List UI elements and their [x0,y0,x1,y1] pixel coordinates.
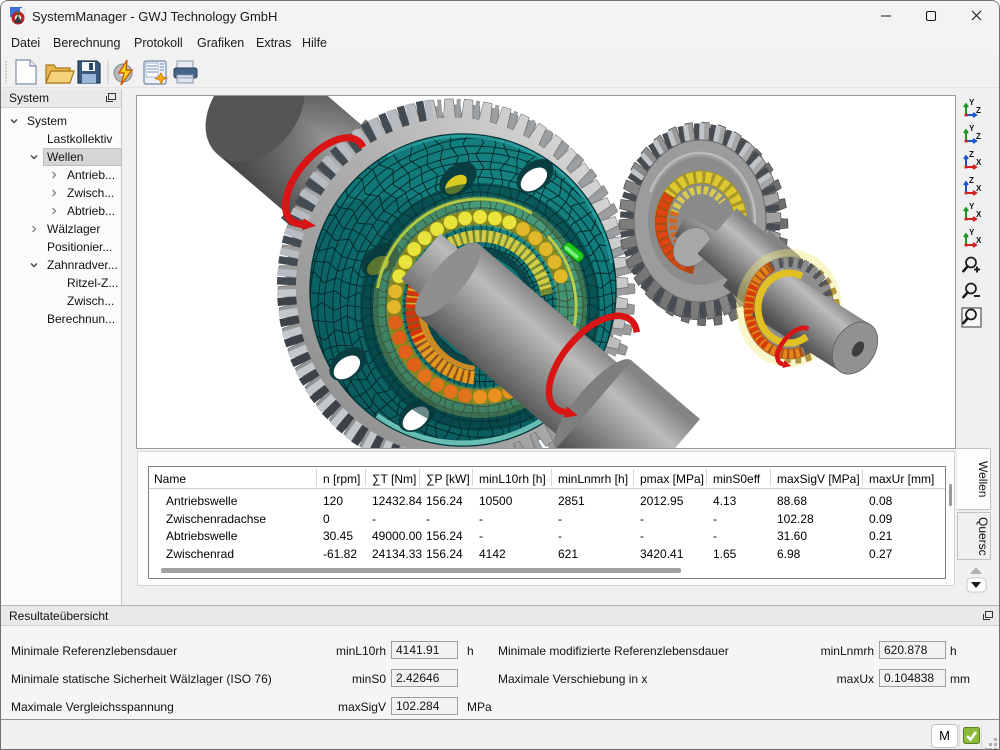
svg-text:Y: Y [969,125,975,133]
svg-text:X: X [976,184,982,193]
svg-text:X: X [976,236,982,245]
svg-text:Y: Y [969,203,975,211]
svg-text:X: X [976,210,982,219]
svg-text:Y: Y [969,99,975,107]
svg-text:Y: Y [969,229,975,237]
svg-text:Z: Z [976,132,981,141]
svg-text:Z: Z [969,151,974,159]
svg-text:X: X [976,158,982,167]
svg-text:Z: Z [969,177,974,185]
svg-text:Z: Z [976,106,981,115]
